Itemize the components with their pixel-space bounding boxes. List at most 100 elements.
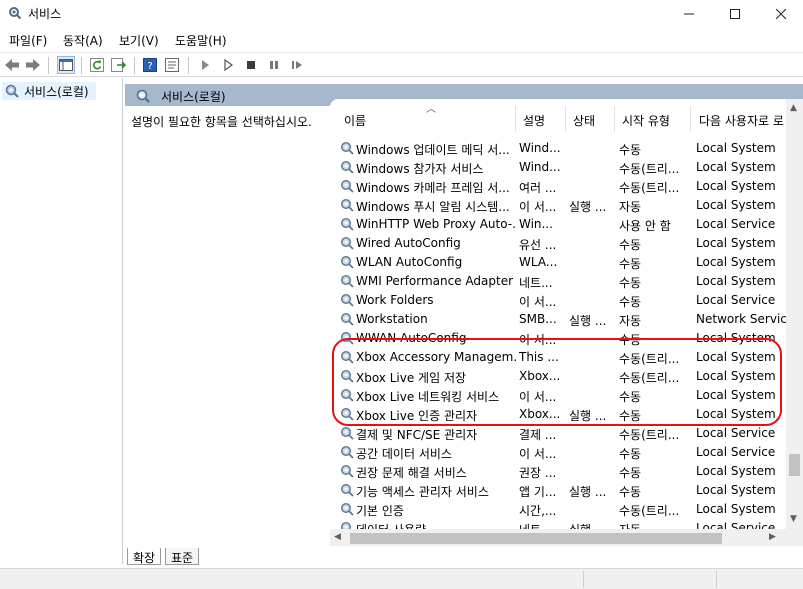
tab-standard[interactable]: 표준	[165, 548, 200, 565]
column-header-name[interactable]: 이름	[344, 99, 366, 137]
service-startup-type: 수동	[619, 295, 642, 309]
vertical-scroll-thumb[interactable]	[789, 454, 800, 476]
menu-help[interactable]: 도움말(H)	[175, 32, 227, 49]
service-description: 결제 ...	[519, 428, 557, 442]
menu-view[interactable]: 보기(V)	[119, 32, 159, 49]
service-row[interactable]: Workstation SMB... 실행 ... 자동 Network Service	[330, 310, 794, 329]
service-row[interactable]: 결제 및 NFC/SE 관리자 결제 ... 수동(트리... Local Servi…	[330, 424, 786, 443]
service-startup-type: 수동	[619, 466, 642, 480]
service-startup-type: 수동	[619, 257, 642, 271]
start-service-button[interactable]	[196, 56, 214, 74]
service-startup-type: 수동	[619, 333, 642, 347]
forward-arrow-icon	[26, 59, 40, 71]
service-gear-icon	[339, 159, 355, 175]
refresh-icon	[90, 58, 104, 72]
restart-service-icon	[292, 61, 302, 69]
console-tree: 서비스(로컬)	[0, 78, 123, 564]
close-icon	[776, 8, 786, 19]
service-row[interactable]: Windows 카메라 프레임 서... 여러 ... 수동(트리... Local …	[330, 177, 786, 196]
service-row[interactable]: 권장 문제 해결 서비스 권장 ... 수동 Local System	[330, 462, 786, 481]
service-startup-type: 수동	[619, 143, 642, 157]
sort-ascending-icon: ︿	[426, 104, 436, 115]
service-name: WLAN AutoConfig	[356, 255, 463, 269]
horizontal-scroll-thumb[interactable]	[350, 533, 722, 544]
service-row[interactable]: 기능 액세스 관리자 서비스 앱 기... 실행 ... 수동 Local System	[330, 481, 786, 500]
forward-button[interactable]	[24, 56, 42, 74]
column-header-logon-as[interactable]: 다음 사용자로 로	[699, 99, 784, 137]
service-row[interactable]: Xbox Accessory Managem... This ... 수동(트리..…	[330, 348, 786, 367]
service-row[interactable]: Xbox Live 게임 저장 Xbox... 수동(트리... Local Syst…	[330, 367, 786, 386]
scroll-up-icon[interactable]: ▲	[790, 103, 797, 113]
service-description: 이 서...	[519, 333, 557, 347]
service-row[interactable]: Xbox Live 네트워킹 서비스 이 서... 수동 Local System	[330, 386, 786, 405]
service-description: Wind...	[519, 160, 561, 174]
column-header-startup-type[interactable]: 시작 유형	[622, 99, 670, 137]
service-description: Win...	[519, 217, 553, 231]
properties-button[interactable]	[163, 56, 181, 74]
menu-file[interactable]: 파일(F)	[9, 32, 47, 49]
pause-service-button[interactable]	[265, 56, 283, 74]
maximize-button[interactable]	[712, 0, 758, 27]
service-row[interactable]: WWAN AutoConfig 이 서... 수동 Local System	[330, 329, 786, 348]
title-bar: 서비스	[0, 0, 803, 27]
service-startup-type: 수동	[619, 447, 642, 461]
column-header-description[interactable]: 설명	[523, 99, 545, 137]
minimize-button[interactable]	[666, 0, 712, 27]
scroll-right-icon[interactable]: ▶	[769, 532, 776, 542]
service-status: 실행 ...	[569, 314, 607, 328]
service-name: 기능 액세스 관리자 서비스	[356, 485, 489, 499]
service-status: 실행 ...	[569, 200, 607, 214]
service-row[interactable]: Xbox Live 인증 관리자 Xbox... 실행 ... 수동 Local Sys…	[330, 405, 786, 424]
service-gear-icon	[339, 140, 355, 156]
show-tree-button[interactable]	[57, 56, 75, 74]
start-service-icon	[202, 60, 209, 70]
service-description: Xbox...	[519, 369, 561, 383]
service-row[interactable]: WinHTTP Web Proxy Auto-... Win... 사용 안 함 Lo…	[330, 215, 786, 234]
service-description: 시간,...	[519, 504, 557, 518]
service-row[interactable]: Work Folders 이 서... 수동 Local Service	[330, 291, 786, 310]
back-button[interactable]	[3, 56, 21, 74]
help-button[interactable]: ?	[141, 56, 159, 74]
service-row[interactable]: Wired AutoConfig 유선 ... 수동 Local System	[330, 234, 786, 253]
service-row[interactable]: Windows 푸시 알림 시스템... 이 서... 실행 ... 자동 Local …	[330, 196, 786, 215]
service-row[interactable]: Windows 업데이트 메딕 서... Wind... 수동 Local Syste…	[330, 139, 786, 158]
description-text: 설명이 필요한 항목을 선택하십시오.	[131, 115, 312, 129]
start-service-alt-button[interactable]	[219, 56, 237, 74]
service-description: 이 서...	[519, 447, 557, 461]
stop-service-icon	[247, 61, 255, 69]
service-gear-icon	[339, 444, 355, 460]
services-list: ︿ 이름 설명 상태 시작 유형 다음 사용자로 로 Windows 업데이트 …	[330, 99, 803, 548]
tree-item-services-local[interactable]: 서비스(로컬)	[2, 82, 96, 100]
service-description: 이 서...	[519, 200, 557, 214]
tab-extended[interactable]: 확장	[127, 548, 162, 565]
refresh-button[interactable]	[88, 56, 106, 74]
service-gear-icon	[339, 368, 355, 384]
status-bar	[0, 568, 803, 589]
menu-action[interactable]: 동작(A)	[63, 32, 103, 49]
restart-service-button[interactable]	[288, 56, 306, 74]
export-list-button[interactable]	[110, 56, 128, 74]
scroll-left-icon[interactable]: ◀	[334, 532, 341, 542]
service-startup-type: 자동	[619, 314, 642, 328]
service-status: 실행 ...	[569, 409, 607, 423]
service-row[interactable]: Windows 참가자 서비스 Wind... 수동(트리... Local Syst…	[330, 158, 786, 177]
view-tabs: 확장 표준	[125, 546, 803, 566]
scroll-down-icon[interactable]: ▼	[790, 514, 797, 524]
toolbar: ?	[0, 52, 803, 77]
vertical-scrollbar[interactable]: ▲ ▼	[786, 99, 803, 548]
service-startup-type: 수동	[619, 409, 642, 423]
service-row[interactable]: 공간 데이터 서비스 이 서... 수동 Local Service	[330, 443, 786, 462]
service-startup-type: 수동	[619, 276, 642, 290]
service-name: 결제 및 NFC/SE 관리자	[356, 428, 478, 442]
stop-service-button[interactable]	[242, 56, 260, 74]
close-button[interactable]	[758, 0, 803, 27]
services-gear-icon	[5, 84, 19, 98]
service-description: Wind...	[519, 141, 561, 155]
service-name: WMI Performance Adapter	[356, 274, 514, 288]
service-row[interactable]: 기본 인증 시간,... 수동(트리... Local System	[330, 500, 786, 519]
service-description: 권장 ...	[519, 466, 557, 480]
column-header-status[interactable]: 상태	[573, 99, 595, 137]
service-row[interactable]: WLAN AutoConfig WLA... 수동 Local System	[330, 253, 786, 272]
service-name: Wired AutoConfig	[356, 236, 461, 250]
service-row[interactable]: WMI Performance Adapter 네트... 수동 Local Syst…	[330, 272, 786, 291]
